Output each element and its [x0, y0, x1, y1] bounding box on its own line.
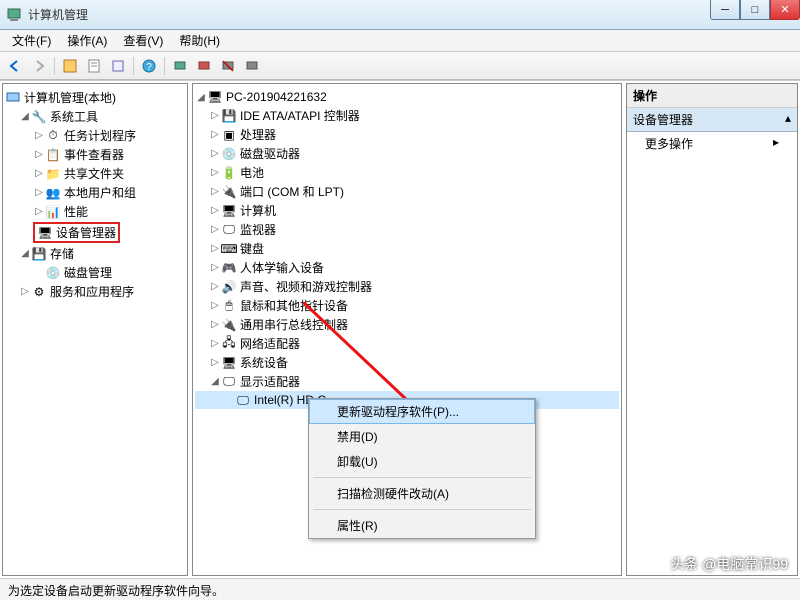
cat-mouse[interactable]: ▷🖱鼠标和其他指针设备 — [195, 296, 619, 315]
tree-device-manager[interactable]: 🖥设备管理器 — [5, 221, 185, 244]
management-tree[interactable]: 计算机管理(本地) ◢🔧系统工具 ▷⏱任务计划程序 ▷📋事件查看器 ▷📁共享文件… — [3, 84, 187, 305]
forward-button[interactable] — [28, 55, 50, 77]
device-tree[interactable]: ◢🖥PC-201904221632 ▷💾IDE ATA/ATAPI 控制器 ▷▣… — [193, 84, 621, 413]
users-icon: 👥 — [45, 185, 61, 201]
tree-shared-folders[interactable]: ▷📁共享文件夹 — [5, 164, 185, 183]
tree-storage[interactable]: ◢💾存储 — [5, 244, 185, 263]
window-title: 计算机管理 — [28, 6, 794, 23]
close-button[interactable]: ✕ — [770, 0, 800, 20]
cat-system[interactable]: ▷🖥系统设备 — [195, 353, 619, 372]
storage-icon: 💾 — [31, 246, 47, 262]
cat-display[interactable]: ◢🖵显示适配器 — [195, 372, 619, 391]
services-icon: ⚙ — [31, 284, 47, 300]
cpu-icon: ▣ — [221, 127, 237, 143]
menu-help[interactable]: 帮助(H) — [171, 30, 228, 51]
status-bar: 为选定设备启动更新驱动程序软件向导。 — [0, 578, 800, 600]
left-panel: 计算机管理(本地) ◢🔧系统工具 ▷⏱任务计划程序 ▷📋事件查看器 ▷📁共享文件… — [2, 83, 188, 576]
export-button[interactable] — [107, 55, 129, 77]
cat-sound[interactable]: ▷🔊声音、视频和游戏控制器 — [195, 277, 619, 296]
sys-icon: 🖥 — [221, 355, 237, 371]
update-driver-button[interactable] — [193, 55, 215, 77]
ctx-properties[interactable]: 属性(R) — [309, 513, 535, 538]
monitor-icon: 🖵 — [221, 222, 237, 238]
cat-disk[interactable]: ▷💿磁盘驱动器 — [195, 144, 619, 163]
chevron-right-icon: ▸ — [773, 135, 779, 152]
tools-icon: 🔧 — [31, 109, 47, 125]
keyboard-icon: ⌨ — [221, 241, 237, 257]
collapse-icon: ▴ — [785, 111, 791, 128]
diskdrv-icon: 💿 — [221, 146, 237, 162]
cat-battery[interactable]: ▷🔋电池 — [195, 163, 619, 182]
ctx-separator — [313, 509, 531, 510]
tree-event-viewer[interactable]: ▷📋事件查看器 — [5, 145, 185, 164]
ctx-disable[interactable]: 禁用(D) — [309, 424, 535, 449]
menu-bar: 文件(F) 操作(A) 查看(V) 帮助(H) — [0, 30, 800, 52]
disk-icon: 💿 — [45, 265, 61, 281]
device-mgr-icon: 🖥 — [37, 225, 53, 241]
svg-text:?: ? — [146, 62, 152, 73]
actions-more[interactable]: 更多操作▸ — [627, 132, 797, 155]
tree-root[interactable]: 计算机管理(本地) — [5, 88, 185, 107]
toolbar: ? — [0, 52, 800, 80]
cat-computer[interactable]: ▷🖥计算机 — [195, 201, 619, 220]
disable-button[interactable] — [241, 55, 263, 77]
tree-disk-mgmt[interactable]: 💿磁盘管理 — [5, 263, 185, 282]
tree-local-users[interactable]: ▷👥本地用户和组 — [5, 183, 185, 202]
menu-view[interactable]: 查看(V) — [115, 30, 171, 51]
ctx-update-driver[interactable]: 更新驱动程序软件(P)... — [309, 399, 535, 424]
display-icon: 🖵 — [221, 374, 237, 390]
tree-task-scheduler[interactable]: ▷⏱任务计划程序 — [5, 126, 185, 145]
scan-hardware-button[interactable] — [169, 55, 191, 77]
window-controls: ─ □ ✕ — [710, 0, 800, 20]
tree-system-tools[interactable]: ◢🔧系统工具 — [5, 107, 185, 126]
cat-cpu[interactable]: ▷▣处理器 — [195, 125, 619, 144]
hid-icon: 🎮 — [221, 260, 237, 276]
scheduler-icon: ⏱ — [45, 128, 61, 144]
ide-icon: 💾 — [221, 108, 237, 124]
app-icon — [6, 7, 22, 23]
title-bar: 计算机管理 ─ □ ✕ — [0, 0, 800, 30]
net-icon: 🖧 — [221, 336, 237, 352]
port-icon: 🔌 — [221, 184, 237, 200]
event-icon: 📋 — [45, 147, 61, 163]
comp-icon: 🖥 — [221, 203, 237, 219]
battery-icon: 🔋 — [221, 165, 237, 181]
perf-icon: 📊 — [45, 204, 61, 220]
uninstall-button[interactable] — [217, 55, 239, 77]
help-button[interactable]: ? — [138, 55, 160, 77]
sound-icon: 🔊 — [221, 279, 237, 295]
right-panel: 操作 设备管理器▴ 更多操作▸ — [626, 83, 798, 576]
cat-monitor[interactable]: ▷🖵监视器 — [195, 220, 619, 239]
properties-button[interactable] — [83, 55, 105, 77]
share-icon: 📁 — [45, 166, 61, 182]
menu-action[interactable]: 操作(A) — [59, 30, 115, 51]
tree-performance[interactable]: ▷📊性能 — [5, 202, 185, 221]
status-text: 为选定设备启动更新驱动程序软件向导。 — [8, 584, 224, 598]
cat-ide[interactable]: ▷💾IDE ATA/ATAPI 控制器 — [195, 106, 619, 125]
actions-header: 操作 — [627, 84, 797, 108]
device-root[interactable]: ◢🖥PC-201904221632 — [195, 88, 619, 106]
show-hide-tree-button[interactable] — [59, 55, 81, 77]
ctx-uninstall[interactable]: 卸载(U) — [309, 449, 535, 474]
maximize-button[interactable]: □ — [740, 0, 770, 20]
menu-file[interactable]: 文件(F) — [4, 30, 59, 51]
cat-ports[interactable]: ▷🔌端口 (COM 和 LPT) — [195, 182, 619, 201]
ctx-scan-hardware[interactable]: 扫描检测硬件改动(A) — [309, 481, 535, 506]
usb-icon: 🔌 — [221, 317, 237, 333]
gpu-icon: 🖵 — [235, 392, 251, 408]
back-button[interactable] — [4, 55, 26, 77]
pc-icon: 🖥 — [207, 89, 223, 105]
cat-keyboard[interactable]: ▷⌨键盘 — [195, 239, 619, 258]
actions-section[interactable]: 设备管理器▴ — [627, 108, 797, 132]
watermark: 头条 @电脑常识99 — [670, 554, 788, 574]
cat-hid[interactable]: ▷🎮人体学输入设备 — [195, 258, 619, 277]
computer-mgmt-icon — [5, 90, 21, 106]
tree-services-apps[interactable]: ▷⚙服务和应用程序 — [5, 282, 185, 301]
ctx-separator — [313, 477, 531, 478]
mouse-icon: 🖱 — [221, 298, 237, 314]
cat-network[interactable]: ▷🖧网络适配器 — [195, 334, 619, 353]
cat-usb[interactable]: ▷🔌通用串行总线控制器 — [195, 315, 619, 334]
minimize-button[interactable]: ─ — [710, 0, 740, 20]
context-menu: 更新驱动程序软件(P)... 禁用(D) 卸载(U) 扫描检测硬件改动(A) 属… — [308, 398, 536, 539]
